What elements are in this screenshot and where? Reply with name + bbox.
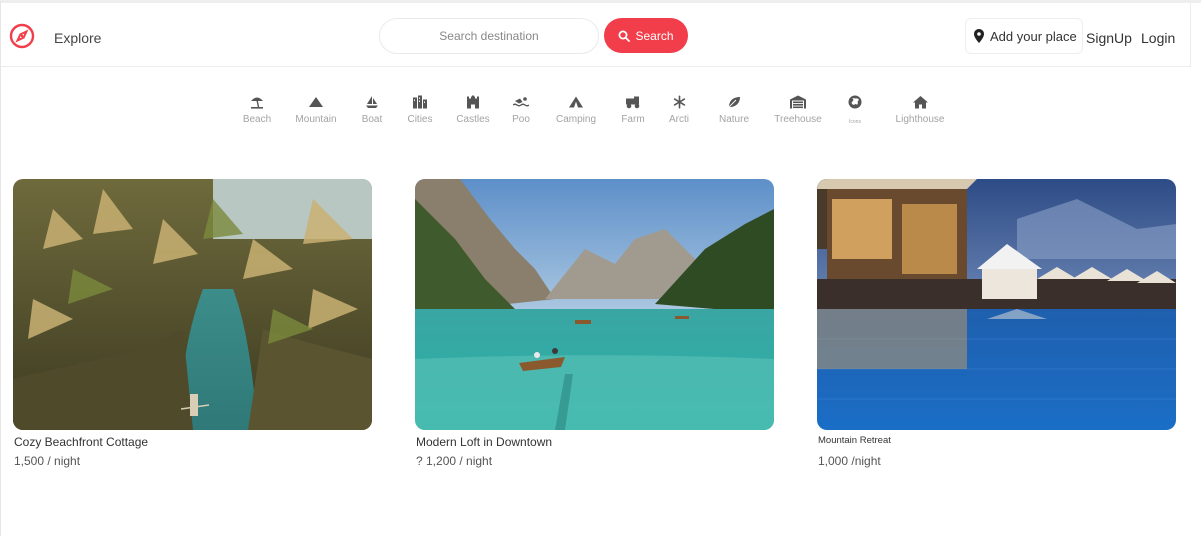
search-button[interactable]: Search bbox=[604, 18, 688, 53]
listing-card[interactable]: Cozy Beachfront Cottage 1,500 / night bbox=[13, 179, 373, 468]
boat-icon bbox=[366, 96, 378, 108]
listing-title[interactable]: Cozy Beachfront Cottage bbox=[14, 435, 148, 449]
category-label: Icons bbox=[849, 119, 861, 125]
category-pool[interactable]: Poo bbox=[491, 94, 551, 125]
tent-icon bbox=[569, 96, 583, 108]
add-your-place-label: Add your place bbox=[990, 28, 1077, 44]
category-label: Camping bbox=[555, 114, 597, 125]
globe-icon bbox=[848, 95, 862, 109]
listing-price: ? 1,200 / night bbox=[416, 454, 493, 468]
category-label: Poo bbox=[512, 114, 530, 125]
listing-price: 1,000 /night bbox=[818, 454, 881, 468]
swimmer-icon bbox=[513, 97, 529, 107]
tractor-icon bbox=[626, 96, 640, 109]
map-pin-icon bbox=[974, 29, 984, 43]
category-cities[interactable]: Cities bbox=[390, 94, 450, 125]
listing-title[interactable]: Mountain Retreat bbox=[818, 435, 891, 446]
warehouse-icon bbox=[790, 95, 806, 109]
category-nature[interactable]: Nature bbox=[704, 94, 764, 125]
beach-umbrella-icon bbox=[251, 97, 263, 109]
listing-title[interactable]: Modern Loft in Downtown bbox=[416, 435, 552, 449]
category-label: Arcti bbox=[669, 114, 689, 125]
login-link[interactable]: Login bbox=[1141, 30, 1175, 46]
add-your-place-button[interactable]: Add your place bbox=[965, 18, 1083, 54]
top-navbar: Explore Search Add your place SignUp Log… bbox=[1, 3, 1191, 67]
category-beach[interactable]: Beach bbox=[227, 94, 287, 125]
search-icon bbox=[618, 30, 631, 42]
search-button-label: Search bbox=[635, 28, 674, 43]
page: Explore Search Add your place SignUp Log… bbox=[0, 0, 1201, 536]
house-icon bbox=[912, 96, 928, 109]
signup-link[interactable]: SignUp bbox=[1086, 30, 1132, 46]
category-treehouse[interactable]: Treehouse bbox=[768, 94, 828, 125]
compass-logo-icon[interactable] bbox=[9, 23, 35, 49]
search-input[interactable] bbox=[379, 18, 599, 54]
listing-image-resort-pool[interactable] bbox=[817, 179, 1176, 430]
listing-image-tropical-river[interactable] bbox=[13, 179, 372, 430]
category-label: Beach bbox=[242, 114, 272, 125]
category-icons[interactable]: Icons bbox=[825, 94, 885, 125]
category-label: Lighthouse bbox=[895, 114, 945, 125]
snowflake-icon bbox=[673, 95, 685, 109]
listing-price: 1,500 / night bbox=[14, 454, 81, 468]
leaf-icon bbox=[728, 97, 740, 108]
city-icon bbox=[413, 95, 427, 109]
category-camping[interactable]: Camping bbox=[546, 94, 606, 125]
category-lighthouse[interactable]: Lighthouse bbox=[890, 94, 950, 125]
listing-card[interactable]: Modern Loft in Downtown ? 1,200 / night bbox=[415, 179, 775, 468]
explore-link[interactable]: Explore bbox=[54, 30, 101, 46]
category-label: Nature bbox=[718, 114, 749, 125]
category-label: Cities bbox=[407, 114, 433, 125]
castle-icon bbox=[467, 95, 479, 109]
category-label: Treehouse bbox=[774, 114, 822, 125]
listing-card[interactable]: Mountain Retreat 1,000 /night bbox=[817, 179, 1177, 468]
mountain-icon bbox=[309, 97, 323, 107]
category-label: Mountain bbox=[295, 114, 337, 125]
listing-image-mountain-lake[interactable] bbox=[415, 179, 774, 430]
category-mountain[interactable]: Mountain bbox=[286, 94, 346, 125]
category-arctic[interactable]: Arcti bbox=[649, 94, 709, 125]
